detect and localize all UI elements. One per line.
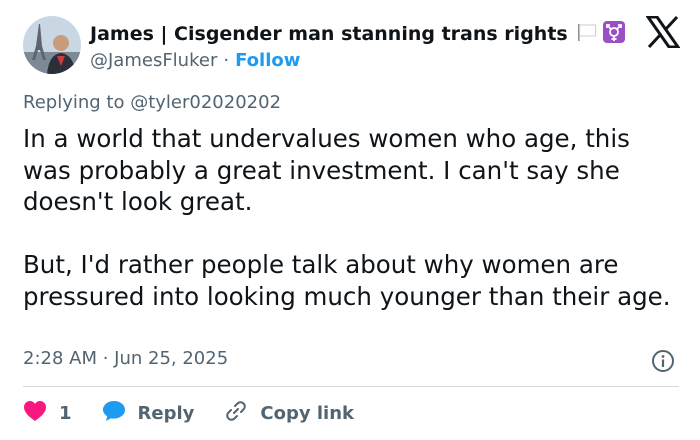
reply-label: Reply [137, 402, 195, 424]
copy-link-button[interactable]: Copy link [224, 399, 354, 428]
tweet-timestamp[interactable]: 2:28 AM · Jun 25, 2025 [23, 348, 228, 369]
follow-button[interactable]: Follow [235, 50, 300, 71]
author-handle-row: @JamesFluker · Follow [90, 47, 300, 73]
author-name[interactable]: James | Cisgender man stanning trans rig… [90, 23, 568, 45]
tweet-paragraph: In a world that undervalues women who ag… [23, 124, 630, 216]
replying-to-mention[interactable]: @tyler02020202 [130, 92, 281, 113]
copy-link-label: Copy link [260, 402, 354, 424]
tweet-text: In a world that undervalues women who ag… [23, 123, 673, 312]
like-count: 1 [59, 402, 72, 424]
replying-to: Replying to @tyler02020202 [23, 92, 281, 113]
speech-bubble-icon [102, 400, 126, 427]
white-flag-icon [576, 21, 598, 47]
link-icon [224, 399, 248, 428]
author-name-row: James | Cisgender man stanning trans rig… [90, 19, 626, 49]
replying-to-prefix: Replying to [23, 92, 125, 113]
x-logo-icon[interactable] [645, 15, 681, 49]
reply-button[interactable]: Reply [102, 400, 195, 427]
divider [23, 386, 679, 387]
separator-dot: · [223, 49, 230, 71]
like-button[interactable]: 1 [23, 400, 72, 427]
info-icon[interactable] [651, 349, 675, 373]
action-bar: 1 Reply Copy link [23, 398, 354, 428]
transgender-symbol-icon [602, 20, 626, 48]
author-handle[interactable]: @JamesFluker [90, 50, 217, 71]
heart-icon [23, 400, 47, 427]
avatar[interactable] [23, 16, 81, 74]
tweet-paragraph: But, I'd rather people talk about why wo… [23, 250, 671, 311]
